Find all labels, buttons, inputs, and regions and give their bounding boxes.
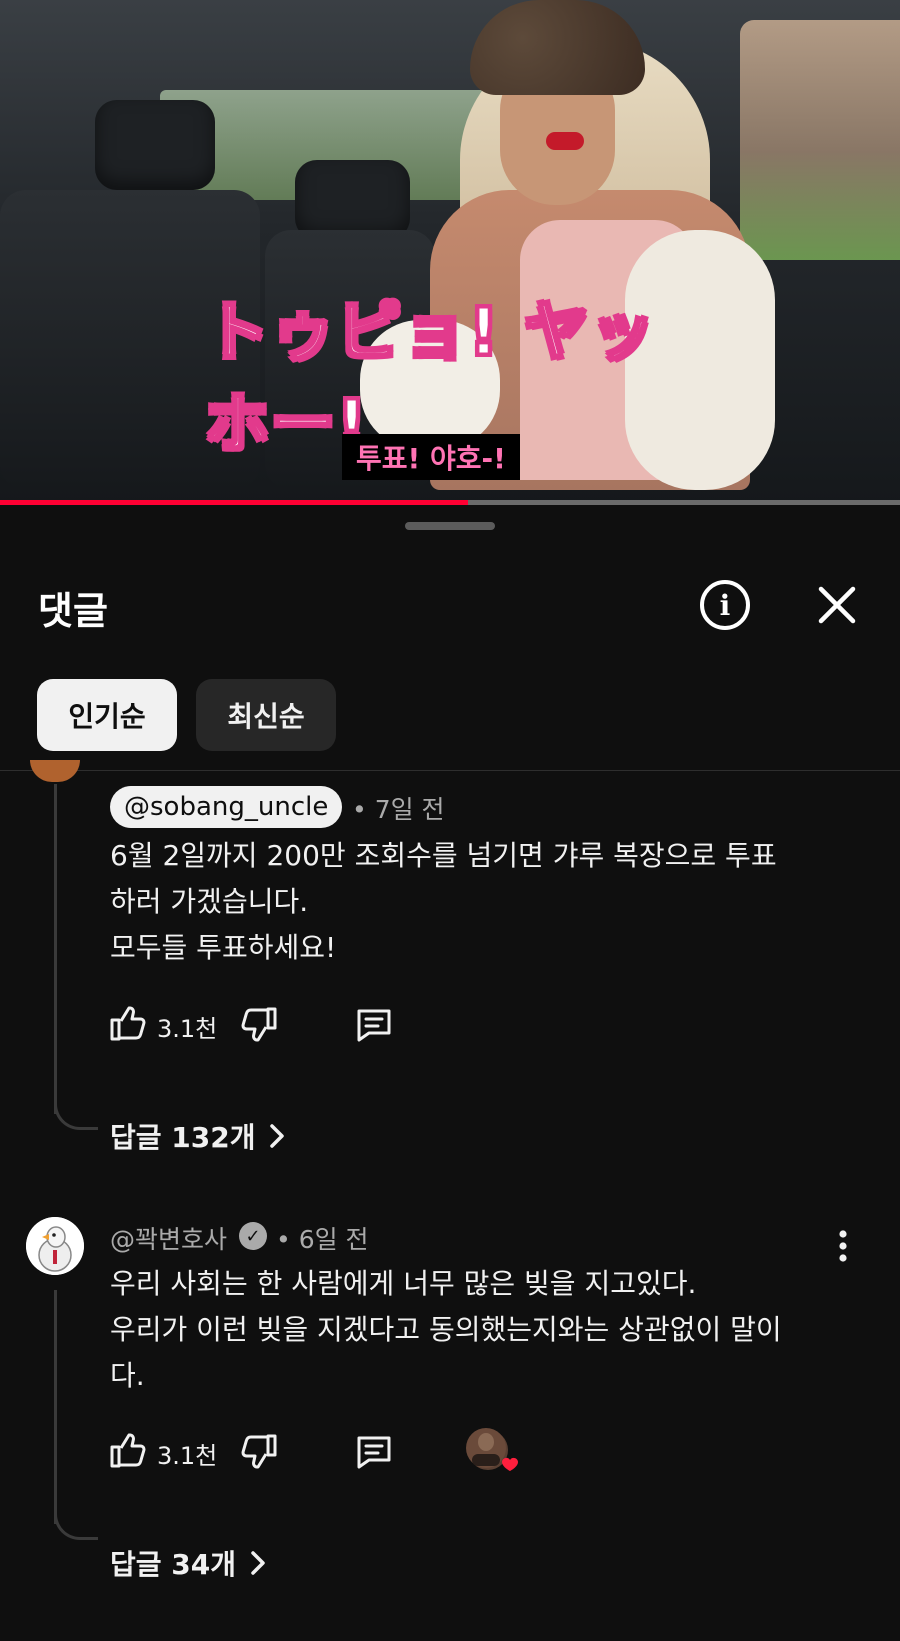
dislike-icon[interactable] [239,1005,279,1045]
person-lips [546,132,584,150]
replies-count-label: 답글 132개 [110,1121,256,1154]
reply-icon[interactable] [354,1432,394,1472]
sort-chip-newest[interactable]: 최신순 [196,679,336,751]
side-window [740,20,900,260]
avatar[interactable] [26,1217,84,1275]
comment-timestamp: • 6일 전 [276,1225,369,1254]
headrest [95,100,215,190]
video-player[interactable]: トゥピョ! ヤッホー! 투표! 야호-! [0,0,900,505]
comment-author-handle[interactable]: @꽉변호사 [110,1220,227,1256]
like-icon[interactable] [108,1003,148,1043]
person-hat [470,0,645,95]
replies-count-label: 답글 34개 [110,1548,236,1581]
view-replies-link[interactable]: 답글 132개 [110,1116,287,1156]
thread-line [54,784,57,1114]
sheet-title: 댓글 [38,589,108,633]
more-vert-icon[interactable] [828,1228,858,1264]
thread-line [54,1290,57,1524]
view-replies-link[interactable]: 답글 34개 [110,1543,268,1583]
drag-handle[interactable] [405,522,495,530]
comment-timestamp: • 7일 전 [352,795,445,824]
chevron-right-icon [270,1124,285,1148]
headrest [295,160,410,240]
divider [0,770,900,771]
like-count: 3.1천 [157,1015,218,1043]
creator-heart-badge [466,1428,518,1471]
comments-sheet [0,505,900,1641]
chevron-right-icon [251,1551,265,1575]
comment-text: 우리 사회는 한 사람에게 너무 많은 빚을 지고있다. 우리가 이런 빚을 지… [110,1267,782,1392]
reply-icon[interactable] [354,1005,394,1045]
comment-text: 6월 2일까지 200만 조회수를 넘기면 갸루 복장으로 투표 하러 가겠습니… [110,839,777,964]
comment-author-handle[interactable]: @sobang_uncle [110,786,343,828]
like-icon[interactable] [108,1430,148,1470]
dislike-icon[interactable] [239,1432,279,1472]
video-caption-korean: 투표! 야호-! [342,434,520,480]
verified-check-icon: ✓ [239,1222,267,1250]
goose-icon [26,1217,84,1275]
sort-chip-popular[interactable]: 인기순 [37,679,177,751]
like-count: 3.1천 [157,1442,218,1470]
info-circle-icon[interactable]: i [700,580,750,630]
video-caption-japanese: トゥピョ! ヤッホー! [204,295,657,464]
creator-avatar-heart-icon [466,1428,518,1471]
close-icon[interactable] [812,580,862,630]
